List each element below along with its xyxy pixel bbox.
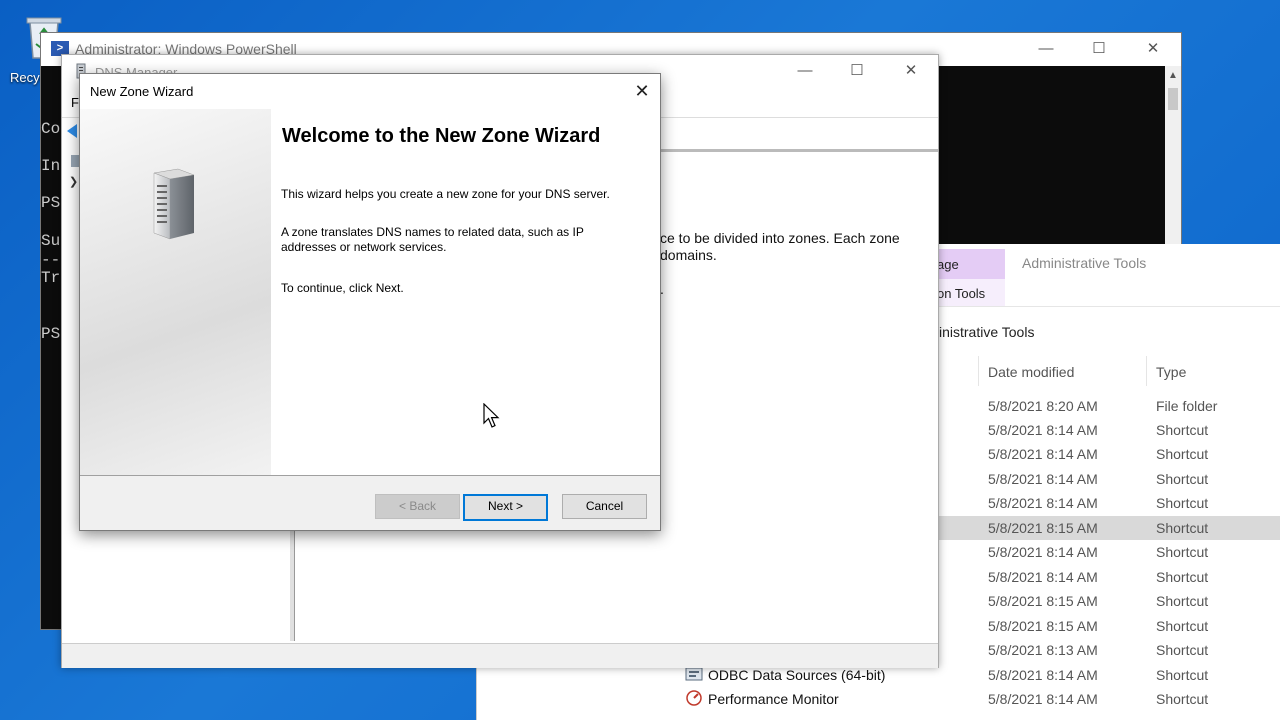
column-divider[interactable] (978, 356, 979, 386)
close-button[interactable]: ✕ (626, 79, 658, 103)
row-type: File folder (1156, 398, 1218, 414)
console-line: PS (41, 194, 61, 212)
wizard-body: Welcome to the New Zone Wizard This wiza… (80, 109, 660, 475)
table-row[interactable]: 5/8/2021 8:14 AM Shortcut (939, 467, 1280, 491)
description-text: domains. (660, 247, 717, 263)
console-line: -- (41, 251, 61, 269)
console-line: Tr (41, 269, 61, 287)
close-button[interactable]: ✕ (1133, 37, 1173, 61)
row-type: Shortcut (1156, 667, 1209, 683)
odbc-icon (685, 667, 703, 681)
row-type: Shortcut (1156, 422, 1209, 438)
column-header-type[interactable]: Type (1156, 364, 1186, 380)
address-bar[interactable]: inistrative Tools (939, 324, 1034, 340)
row-type: Shortcut (1156, 544, 1209, 560)
tab-manage[interactable]: age (937, 249, 1005, 279)
minimize-button[interactable]: — (1026, 37, 1066, 61)
row-date: 5/8/2021 8:14 AM (988, 471, 1098, 487)
row-date: 5/8/2021 8:14 AM (988, 446, 1098, 462)
row-type: Shortcut (1156, 471, 1209, 487)
row-date: 5/8/2021 8:14 AM (988, 422, 1098, 438)
row-date: 5/8/2021 8:14 AM (988, 691, 1098, 707)
description-text: ce to be divided into zones. Each zone (660, 230, 900, 246)
wizard-heading: Welcome to the New Zone Wizard (282, 125, 601, 147)
wizard-title: New Zone Wizard (90, 84, 194, 99)
row-type: Shortcut (1156, 520, 1209, 536)
console-line: Co (41, 120, 61, 138)
wizard-paragraph: To continue, click Next. (281, 281, 404, 295)
wizard-paragraph: A zone translates DNS names to related d… (281, 225, 584, 254)
cancel-button[interactable]: Cancel (562, 494, 647, 519)
row-date: 5/8/2021 8:15 AM (988, 618, 1098, 634)
table-row[interactable]: 5/8/2021 8:20 AM File folder (939, 394, 1280, 418)
row-date: 5/8/2021 8:15 AM (988, 520, 1098, 536)
wizard-separator (80, 475, 660, 476)
table-row[interactable]: 5/8/2021 8:15 AM Shortcut (939, 589, 1280, 613)
status-bar (62, 643, 938, 668)
back-arrow-icon[interactable] (67, 124, 77, 138)
row-date: 5/8/2021 8:14 AM (988, 667, 1098, 683)
table-row[interactable]: 5/8/2021 8:14 AM Shortcut (939, 565, 1280, 589)
console-line: In (41, 157, 61, 175)
tab-manage-label: age (937, 257, 959, 272)
row-type: Shortcut (1156, 642, 1209, 658)
tab-application-tools[interactable]: on Tools (937, 279, 1005, 306)
table-row[interactable]: 5/8/2021 8:14 AM Shortcut (939, 687, 1280, 711)
table-row[interactable]: 5/8/2021 8:13 AM Shortcut (939, 638, 1280, 662)
tab-application-tools-label: on Tools (937, 286, 986, 301)
table-row[interactable]: 5/8/2021 8:14 AM Shortcut (939, 663, 1280, 687)
file-name: ODBC Data Sources (64-bit) (708, 667, 886, 683)
maximize-button[interactable]: ☐ (1079, 37, 1119, 61)
row-type: Shortcut (1156, 593, 1209, 609)
performance-monitor-icon (686, 690, 702, 706)
wizard-title-bar[interactable]: New Zone Wizard ✕ (80, 74, 660, 109)
table-row[interactable]: 5/8/2021 8:14 AM Shortcut (939, 491, 1280, 515)
file-name: Performance Monitor (708, 691, 839, 707)
console-line: PS (41, 325, 61, 343)
new-zone-wizard-dialog: New Zone Wizard ✕ Welcome to the New Zon… (79, 73, 661, 531)
next-button[interactable]: Next > (463, 494, 548, 521)
mouse-cursor-icon (483, 403, 500, 428)
row-date: 5/8/2021 8:20 AM (988, 398, 1098, 414)
row-type: Shortcut (1156, 446, 1209, 462)
row-date: 5/8/2021 8:13 AM (988, 642, 1098, 658)
scroll-thumb[interactable] (1168, 88, 1178, 110)
row-type: Shortcut (1156, 691, 1209, 707)
back-button[interactable]: < Back (375, 494, 460, 519)
column-header-date-modified[interactable]: Date modified (988, 364, 1074, 380)
row-type: Shortcut (1156, 495, 1209, 511)
wizard-side-panel (80, 109, 271, 475)
minimize-button[interactable]: — (785, 59, 825, 83)
row-date: 5/8/2021 8:14 AM (988, 495, 1098, 511)
wizard-paragraph: This wizard helps you create a new zone … (281, 187, 610, 201)
column-divider[interactable] (1146, 356, 1147, 386)
row-date: 5/8/2021 8:14 AM (988, 569, 1098, 585)
close-button[interactable]: ✕ (891, 59, 931, 83)
table-row[interactable]: 5/8/2021 8:14 AM Shortcut (939, 418, 1280, 442)
row-type: Shortcut (1156, 618, 1209, 634)
table-row[interactable]: 5/8/2021 8:15 AM Shortcut (939, 614, 1280, 638)
table-row-selected[interactable]: 5/8/2021 8:15 AM Shortcut (939, 516, 1280, 540)
maximize-button[interactable]: ☐ (837, 59, 877, 83)
console-line: Su (41, 232, 61, 250)
scroll-up-icon[interactable]: ▲ (1168, 70, 1178, 81)
row-date: 5/8/2021 8:14 AM (988, 544, 1098, 560)
table-row[interactable]: 5/8/2021 8:14 AM Shortcut (939, 540, 1280, 564)
chevron-down-icon[interactable]: ❯ (69, 175, 78, 188)
row-type: Shortcut (1156, 569, 1209, 585)
server-icon (153, 168, 195, 240)
table-row[interactable]: 5/8/2021 8:14 AM Shortcut (939, 442, 1280, 466)
row-date: 5/8/2021 8:15 AM (988, 593, 1098, 609)
tree-node-icon[interactable] (71, 155, 79, 167)
tab-administrative-tools[interactable]: Administrative Tools (1022, 255, 1146, 271)
menu-file[interactable]: F (71, 95, 79, 110)
